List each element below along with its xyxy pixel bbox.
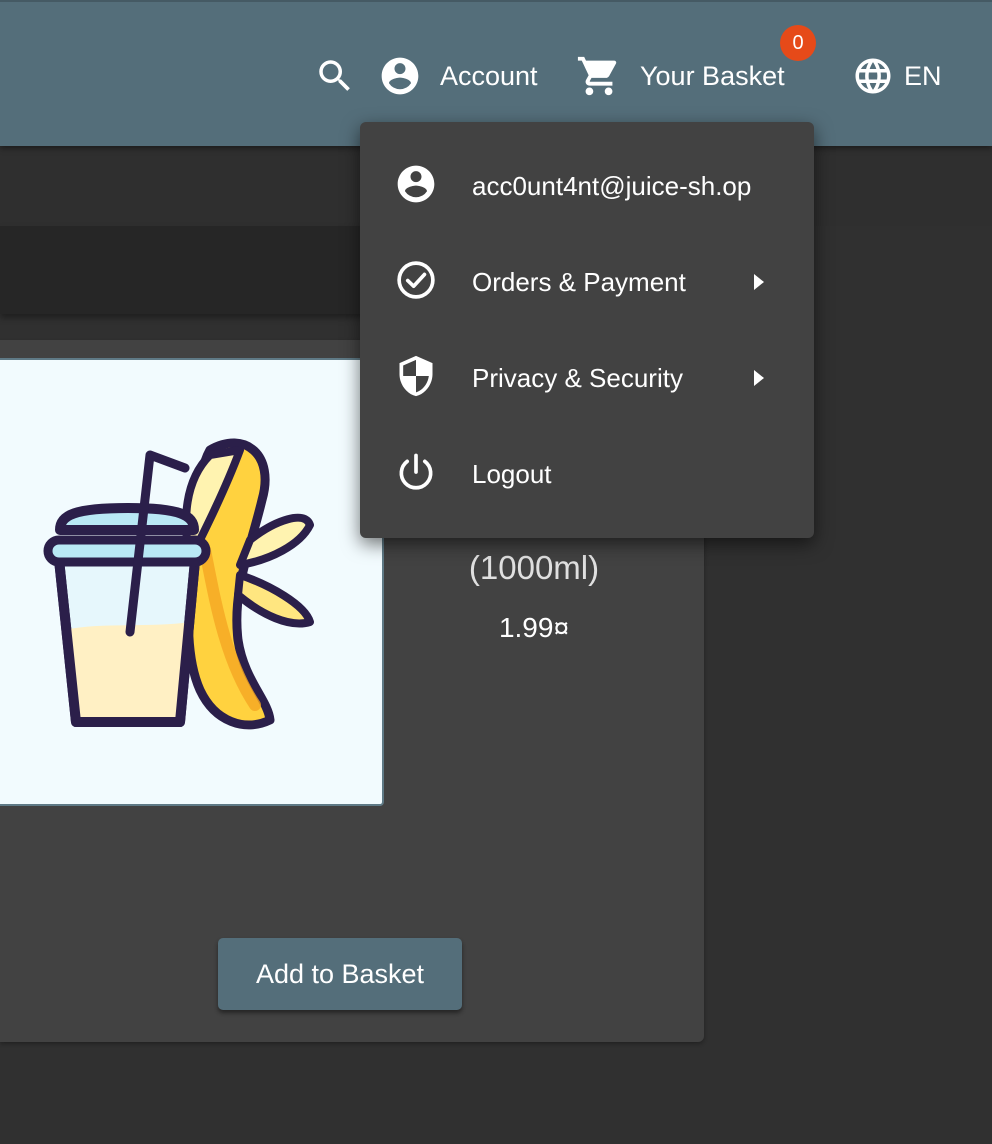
- menu-item-orders-payment[interactable]: Orders & Payment: [360, 234, 814, 330]
- menu-item-label: Orders & Payment: [472, 267, 686, 297]
- product-price: 1.99¤: [498, 612, 570, 643]
- account-circle-icon: [381, 57, 419, 95]
- basket-button[interactable]: Your Basket: [576, 48, 785, 104]
- search-icon: [319, 60, 350, 91]
- add-to-basket-button[interactable]: Add to Basket: [218, 938, 462, 1010]
- product-image[interactable]: [0, 358, 384, 806]
- basket-label: Your Basket: [640, 60, 785, 91]
- menu-item-logout[interactable]: Logout: [360, 426, 814, 522]
- account-circle-icon: [397, 165, 435, 203]
- menu-item-user-email[interactable]: acc0unt4nt@juice-sh.op: [360, 138, 814, 234]
- menu-item-privacy-security[interactable]: Privacy & Security: [360, 330, 814, 426]
- menu-item-label: Privacy & Security: [472, 363, 683, 393]
- submenu-arrow-icon: [754, 274, 764, 290]
- language-label: EN: [904, 60, 942, 91]
- banana-juice-illustration: [43, 438, 314, 730]
- power-icon: [399, 453, 433, 490]
- check-circle-icon: [397, 261, 435, 299]
- shield-icon: [399, 355, 433, 397]
- account-button[interactable]: Account: [378, 48, 538, 104]
- shopping-cart-icon: [577, 56, 617, 96]
- globe-icon: [855, 58, 891, 94]
- submenu-arrow-icon: [754, 370, 764, 386]
- menu-item-label: Logout: [472, 459, 552, 489]
- account-label: Account: [440, 60, 538, 91]
- language-button[interactable]: EN: [852, 48, 942, 104]
- search-button[interactable]: [314, 48, 356, 104]
- account-menu: acc0unt4nt@juice-sh.op Orders & Payment …: [360, 122, 814, 538]
- basket-count-badge: 0: [780, 25, 816, 61]
- menu-item-label: acc0unt4nt@juice-sh.op: [472, 171, 752, 201]
